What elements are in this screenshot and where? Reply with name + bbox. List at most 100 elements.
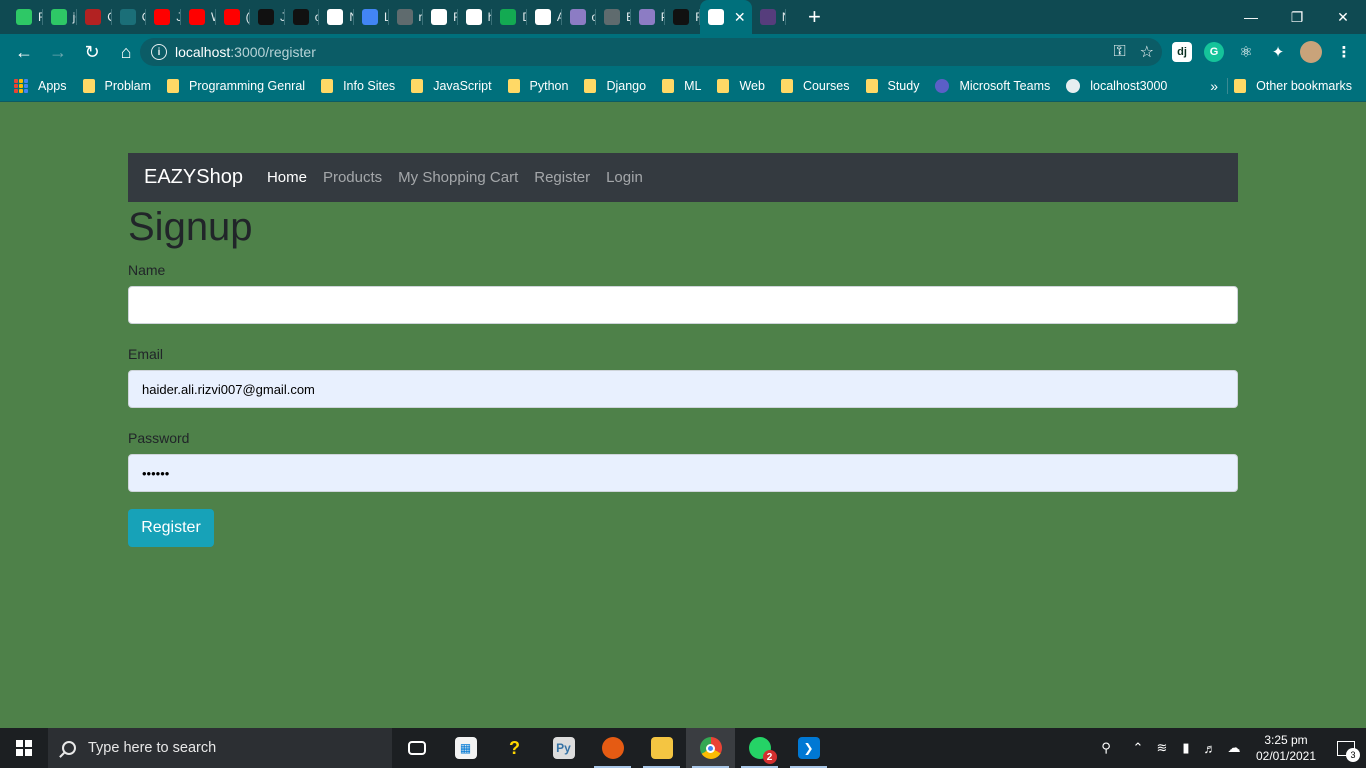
taskbar-search-box[interactable]: Type here to search (48, 728, 392, 768)
microsoft-store-icon[interactable]: ▦ (441, 728, 490, 768)
browser-tab[interactable]: Fc (423, 0, 458, 34)
help-icon[interactable]: ? (490, 728, 539, 768)
task-view-icon[interactable] (392, 728, 441, 768)
clock[interactable]: 3:25 pm 02/01/2021 (1246, 732, 1326, 764)
clock-time: 3:25 pm (1264, 733, 1308, 747)
chrome-icon[interactable] (686, 728, 735, 768)
forward-arrow-icon[interactable]: → (42, 36, 74, 68)
bookmark-folder[interactable]: Courses (780, 78, 850, 93)
browser-tab[interactable]: co (285, 0, 319, 34)
nav-home[interactable]: Home (267, 169, 307, 186)
codewars-icon (292, 9, 309, 25)
register-button[interactable]: Register (128, 509, 214, 547)
bookmark-folder[interactable]: Programming Genral (167, 78, 305, 93)
browser-app-icon[interactable] (588, 728, 637, 768)
notification-center-icon[interactable]: 3 (1326, 728, 1366, 768)
browser-tab[interactable]: or (562, 0, 596, 34)
browser-tab[interactable]: Aj (527, 0, 562, 34)
browser-tab[interactable]: Re (8, 0, 43, 34)
bookmark-folder[interactable]: Study (865, 78, 919, 93)
minimize-icon[interactable]: — (1228, 0, 1274, 34)
bookmark-folder[interactable]: JavaScript (411, 78, 492, 93)
react-icon (119, 9, 136, 25)
browser-tab[interactable]: D (492, 0, 527, 34)
browser-tab[interactable]: Ne (319, 0, 354, 34)
wifi-icon[interactable]: ≋ (1150, 740, 1174, 756)
globe-icon (534, 9, 551, 25)
browser-tab[interactable]: ra (389, 0, 423, 34)
bookmark-folder[interactable]: Info Sites (321, 78, 395, 93)
bookmark-folder[interactable]: ML (662, 78, 702, 93)
whatsapp-icon[interactable]: 2 (735, 728, 784, 768)
browser-tab[interactable]: hc (458, 0, 492, 34)
notification-count: 3 (1346, 748, 1360, 762)
brand-logo[interactable]: EAZYShop (144, 166, 243, 189)
tray-chevron-icon[interactable]: ⌃ (1126, 740, 1150, 756)
bookmark-folder[interactable]: Django (584, 78, 646, 93)
browser-tab[interactable]: Cc (77, 0, 112, 34)
react-devtools-icon[interactable]: ⚛ (1236, 42, 1256, 62)
udemy-icon (258, 9, 275, 25)
file-explorer-icon[interactable] (637, 728, 686, 768)
password-form-group: Password •••••• (128, 430, 1238, 492)
email-input[interactable]: haider.ali.rizvi007@gmail.com (128, 370, 1238, 408)
browser-tab[interactable]: ✕ (699, 0, 752, 34)
bookmark-folder[interactable]: Python (507, 78, 568, 93)
browser-tab[interactable]: Ex (596, 0, 631, 34)
name-input[interactable] (128, 286, 1238, 324)
key-icon[interactable]: ⚿ (1113, 43, 1125, 61)
nav-login[interactable]: Login (606, 169, 643, 186)
nav-register[interactable]: Register (534, 169, 590, 186)
python-icon[interactable]: Py (539, 728, 588, 768)
bookmark-label: ML (684, 78, 702, 93)
youtube-icon (223, 9, 240, 25)
bookmark-other[interactable]: Other bookmarks (1234, 70, 1352, 102)
bookmark-folder[interactable]: Web (717, 78, 765, 93)
browser-tab[interactable]: Re (665, 0, 700, 34)
profile-avatar[interactable] (1300, 41, 1322, 63)
restore-icon[interactable]: ❐ (1274, 0, 1320, 34)
battery-icon[interactable]: ▮ (1174, 740, 1198, 756)
browser-tab[interactable]: Ja (250, 0, 285, 34)
bookmark-star-icon[interactable]: ☆ (1140, 42, 1154, 62)
address-bar[interactable]: i localhost:3000/register ⚿ ☆ (140, 38, 1162, 66)
browser-tab[interactable]: Pe (631, 0, 665, 34)
browser-tab[interactable]: (1) (216, 0, 250, 34)
bookmark-apps[interactable]: Apps (14, 78, 67, 93)
nav-shopping-cart[interactable]: My Shopping Cart (398, 169, 518, 186)
browser-tab[interactable]: W (181, 0, 216, 34)
browser-tab[interactable]: Oj (112, 0, 146, 34)
volume-icon[interactable]: ♬ (1198, 741, 1222, 756)
extensions-puzzle-icon[interactable]: ✦ (1268, 42, 1288, 62)
django-extension-icon[interactable]: dj (1172, 42, 1192, 62)
site-info-icon[interactable]: i (151, 44, 167, 60)
start-button[interactable] (0, 728, 48, 768)
vscode-icon[interactable]: ❯ (784, 728, 833, 768)
back-arrow-icon[interactable]: ← (8, 36, 40, 68)
new-tab-button[interactable]: + (800, 3, 828, 31)
bookmark-microsoft-teams[interactable]: Microsoft Teams (935, 78, 1050, 93)
people-icon[interactable]: ⚲ (1094, 740, 1118, 756)
more-bookmarks-chevron-icon[interactable]: » (1210, 70, 1218, 102)
browser-tab[interactable]: N (752, 0, 787, 34)
home-icon[interactable]: ⌂ (110, 36, 142, 68)
bookmark-folder[interactable]: Problam (82, 78, 151, 93)
bookmark-localhost[interactable]: localhost3000 (1066, 78, 1167, 93)
url-path: :3000/register (230, 44, 316, 60)
nav-products[interactable]: Products (323, 169, 382, 186)
tab-title: N (781, 10, 787, 24)
onedrive-icon[interactable]: ☁ (1222, 740, 1246, 756)
browser-tab[interactable]: JS (146, 0, 181, 34)
url-text[interactable]: localhost:3000/register (175, 44, 316, 60)
grammarly-icon[interactable]: G (1204, 42, 1224, 62)
system-tray: ⚲ ⌃ ≋ ▮ ♬ ☁ 3:25 pm 02/01/2021 3 (1094, 728, 1366, 768)
browser-tab[interactable]: jQ (43, 0, 77, 34)
browser-tab[interactable]: La (354, 0, 389, 34)
tab-strip: RejQCcOjJSW(1)JacoNeLaraFchcDAjorExPeRe✕… (0, 0, 1366, 34)
menu-kebab-icon[interactable]: ⋮ (1334, 42, 1354, 62)
close-window-icon[interactable]: ✕ (1320, 0, 1366, 34)
close-tab-icon[interactable]: ✕ (734, 9, 746, 26)
reload-icon[interactable]: ↻ (76, 36, 108, 68)
folder-icon (780, 78, 793, 93)
password-input[interactable]: •••••• (128, 454, 1238, 492)
